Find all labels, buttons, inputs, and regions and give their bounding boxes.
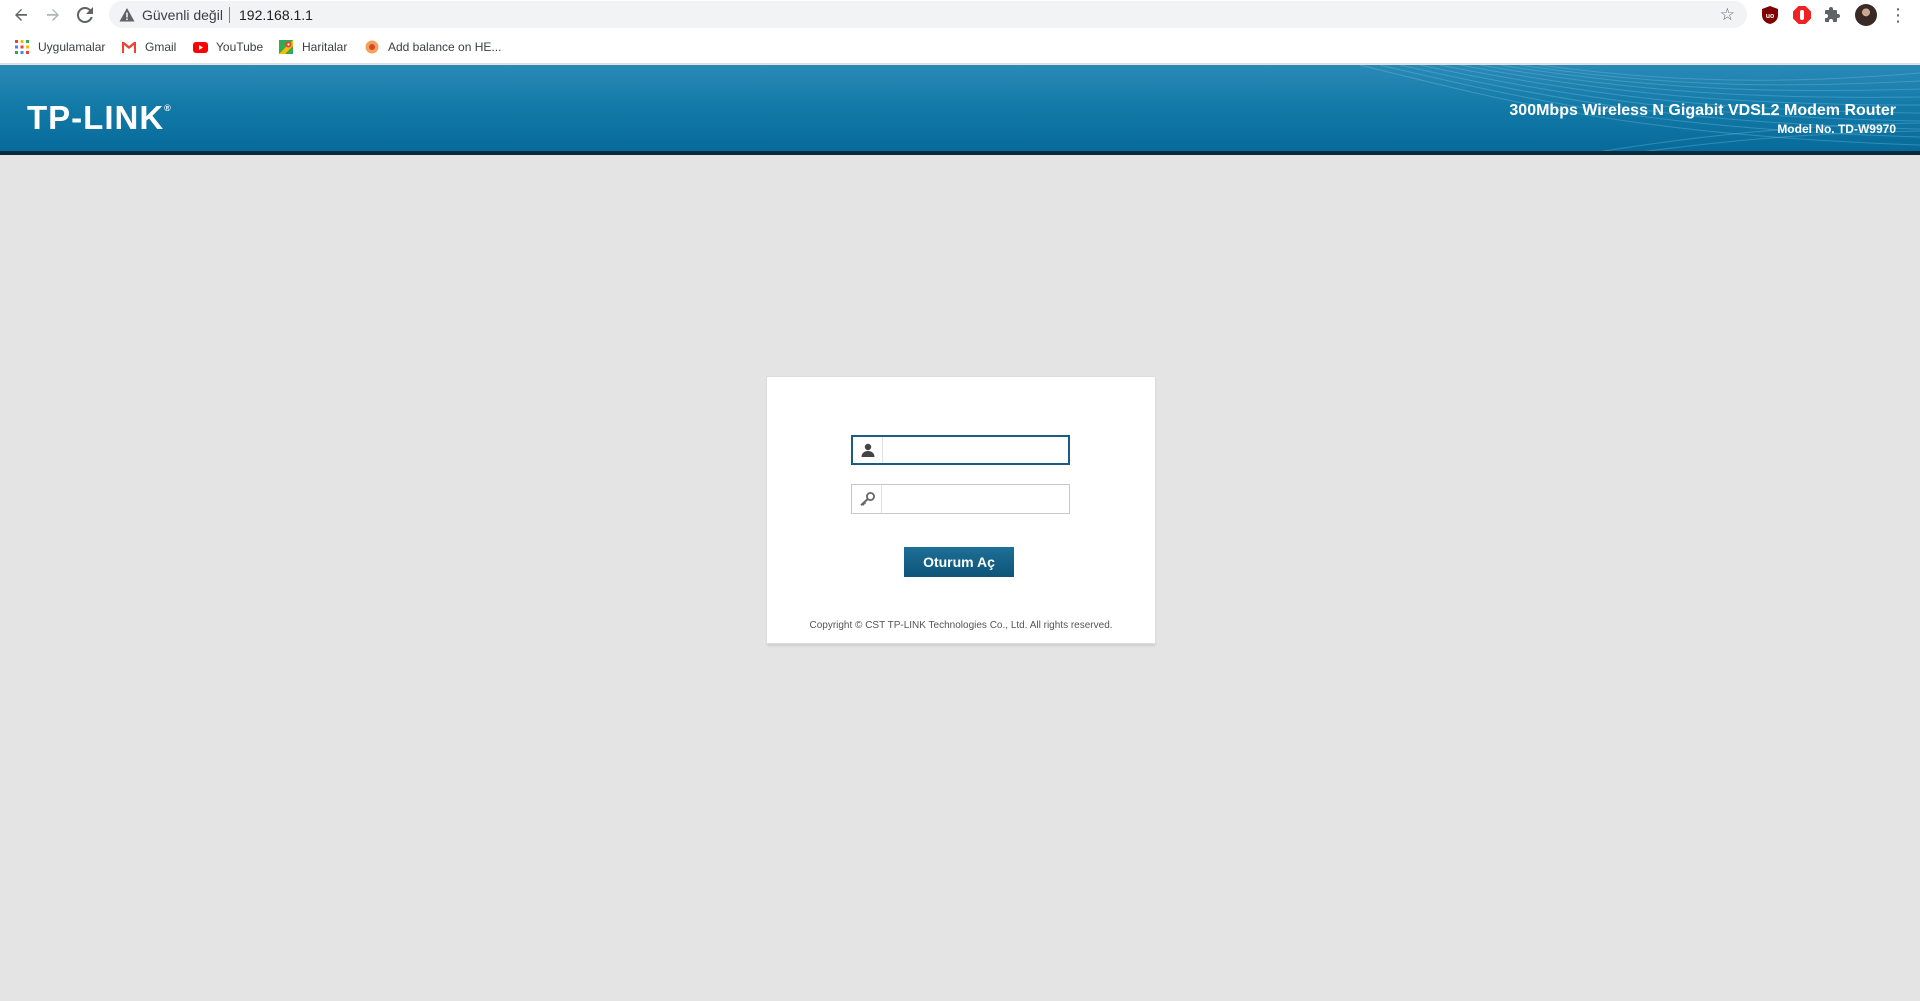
address-bar[interactable]: Güvenli değil 192.168.1.1 ☆ xyxy=(109,1,1747,28)
warning-icon[interactable] xyxy=(119,7,135,23)
login-button[interactable]: Oturum Aç xyxy=(904,547,1014,577)
youtube-icon xyxy=(192,39,208,55)
bookmark-youtube[interactable]: YouTube xyxy=(192,38,263,56)
back-arrow-icon[interactable] xyxy=(10,4,32,26)
username-field[interactable] xyxy=(851,435,1070,465)
bookmark-apps[interactable]: Uygulamalar xyxy=(14,38,105,56)
password-input[interactable] xyxy=(884,487,1064,509)
extensions-puzzle-icon[interactable] xyxy=(1823,5,1843,25)
maps-icon xyxy=(278,39,294,55)
bookmark-star-icon[interactable]: ☆ xyxy=(1720,5,1735,25)
bookmark-label: Add balance on HE... xyxy=(388,40,502,54)
gmail-icon xyxy=(121,39,137,55)
profile-avatar[interactable] xyxy=(1855,4,1877,26)
apps-grid-icon xyxy=(14,39,30,55)
product-name: 300Mbps Wireless N Gigabit VDSL2 Modem R… xyxy=(1509,102,1896,119)
logo-text: TP-LINK xyxy=(27,99,165,136)
user-icon xyxy=(853,437,883,463)
model-number: Model No. TD-W9970 xyxy=(1777,122,1896,136)
bookmark-label: Gmail xyxy=(145,40,177,54)
bookmarks-bar: Uygulamalar Gmail YouTube Haritalar Add … xyxy=(0,30,1920,64)
router-header-banner: TP-LINK® 300Mbps Wireless N Gigabit VDSL… xyxy=(0,65,1920,155)
bookmark-favicon-icon xyxy=(364,39,380,55)
login-panel: Oturum Aç Copyright © CST TP-LINK Techno… xyxy=(766,376,1156,644)
bookmark-gmail[interactable]: Gmail xyxy=(121,38,176,56)
password-field[interactable] xyxy=(851,484,1070,514)
omnibox-separator xyxy=(229,7,230,23)
reload-icon[interactable] xyxy=(74,4,96,26)
browser-toolbar: Güvenli değil 192.168.1.1 ☆ uo ⋮ xyxy=(0,0,1920,30)
adblock-extension-icon[interactable] xyxy=(1792,5,1812,25)
svg-text:uo: uo xyxy=(1766,13,1775,20)
bookmark-label: YouTube xyxy=(216,40,264,54)
bookmark-label: Haritalar xyxy=(302,40,348,54)
security-label[interactable]: Güvenli değil xyxy=(142,7,223,23)
bookmark-maps[interactable]: Haritalar xyxy=(278,38,347,56)
username-input[interactable] xyxy=(885,439,1065,461)
forward-arrow-icon[interactable] xyxy=(42,4,64,26)
key-icon xyxy=(852,485,882,513)
bookmark-label: Uygulamalar xyxy=(38,40,106,54)
tp-link-logo: TP-LINK® xyxy=(27,99,172,137)
copyright-text: Copyright © CST TP-LINK Technologies Co.… xyxy=(809,620,1113,631)
logo-registered-mark: ® xyxy=(164,103,172,113)
url-text[interactable]: 192.168.1.1 xyxy=(239,7,313,23)
ublock-extension-icon[interactable]: uo xyxy=(1760,5,1780,25)
bookmark-add-balance[interactable]: Add balance on HE... xyxy=(364,38,501,56)
kebab-menu-icon[interactable]: ⋮ xyxy=(1888,5,1908,25)
